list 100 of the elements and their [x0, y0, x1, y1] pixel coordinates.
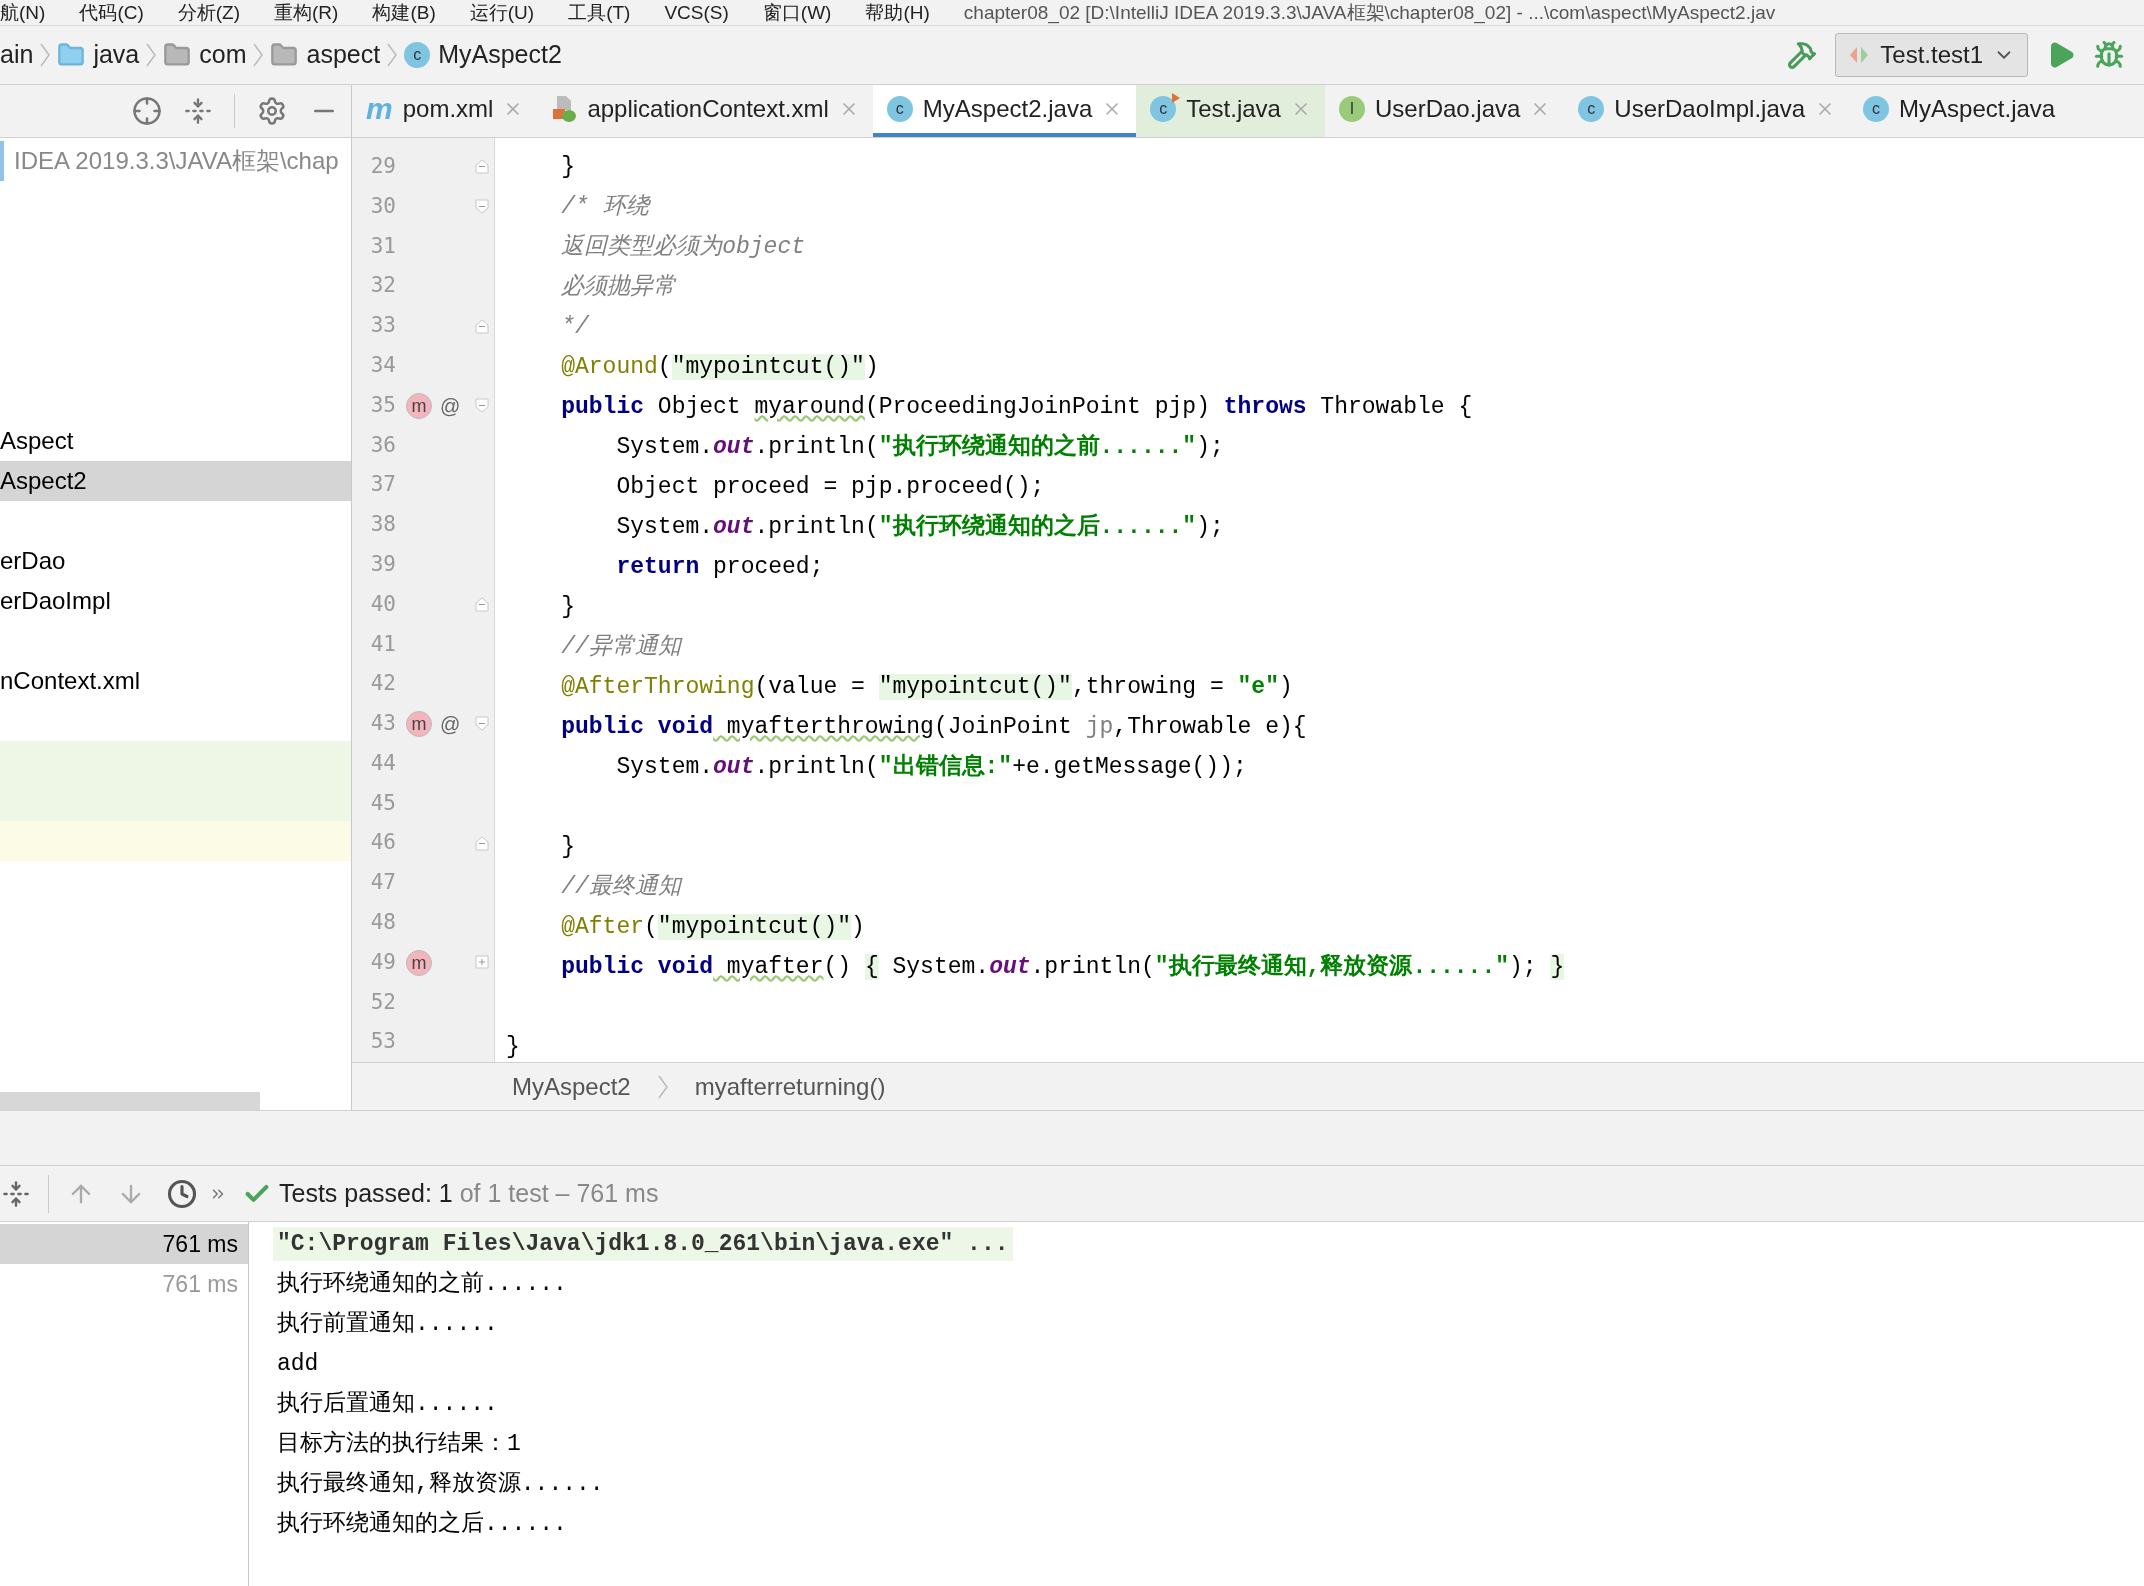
- menu-item[interactable]: 代码(C): [79, 3, 144, 22]
- code-line: /* 环绕: [560, 192, 649, 222]
- menu-item[interactable]: 窗口(W): [762, 3, 832, 22]
- annotation-marker[interactable]: @: [440, 713, 461, 734]
- console-line: 执行最终通知,释放资源......: [276, 1469, 605, 1499]
- menu-item[interactable]: 工具(T): [568, 3, 631, 22]
- console-line: 执行前置通知......: [276, 1309, 499, 1339]
- editor-tab[interactable]: c MyAspect2.java: [872, 85, 1137, 137]
- menu-item[interactable]: 重构(R): [274, 3, 339, 22]
- line-number: 40: [369, 590, 396, 618]
- breadcrumb-item[interactable]: MyAspect2: [512, 1068, 631, 1105]
- code-line: Object proceed = pjp.proceed();: [615, 472, 1045, 502]
- menu-item[interactable]: 航(N): [0, 3, 46, 22]
- override-method-icon[interactable]: m: [406, 392, 432, 419]
- console-line: add: [276, 1349, 320, 1379]
- xml-file-icon: [551, 95, 578, 123]
- line-number: 36: [369, 431, 396, 459]
- collapse-all-icon[interactable]: [184, 97, 212, 125]
- menu-item[interactable]: 构建(B): [372, 3, 436, 22]
- fold-icon[interactable]: [474, 715, 490, 733]
- debug-icon[interactable]: [2094, 40, 2124, 70]
- expand-icon[interactable]: [474, 954, 490, 971]
- menu-item[interactable]: 分析(Z): [177, 3, 241, 22]
- collapse-icon[interactable]: [2, 1179, 30, 1208]
- class-icon: c: [886, 96, 913, 122]
- code-line: 返回类型必须为object: [560, 232, 806, 262]
- annotation-marker[interactable]: @: [440, 395, 461, 416]
- code-line: }: [560, 152, 575, 182]
- code-line: }: [560, 832, 575, 862]
- folder-icon: [270, 41, 299, 69]
- code-line: //异常通知: [560, 632, 681, 662]
- tree-item[interactable]: erDaoImpl: [0, 581, 351, 621]
- line-number: 42: [369, 670, 396, 698]
- override-method-icon[interactable]: m: [406, 949, 432, 976]
- settings-icon[interactable]: [257, 96, 287, 126]
- run-configuration-dropdown[interactable]: Test.test1: [1835, 33, 2028, 77]
- chevron-icon: [39, 42, 52, 68]
- locate-icon[interactable]: [132, 96, 162, 126]
- console-line: 目标方法的执行结果：1: [276, 1429, 522, 1459]
- window-title: chapter08_02 [D:\IntelliJ IDEA 2019.3.3\JAVA框架\chapter08_02] - ...\com\aspect\MyAspect2.jav: [963, 3, 1776, 22]
- menu-item[interactable]: 帮助(H): [865, 3, 930, 22]
- fold-icon[interactable]: [474, 317, 490, 335]
- line-number: 46: [369, 829, 396, 857]
- fold-icon[interactable]: [474, 834, 490, 852]
- tree-item[interactable]: erDao: [0, 541, 351, 581]
- fold-icon[interactable]: [474, 198, 490, 216]
- line-number: 53: [369, 1028, 396, 1056]
- build-icon[interactable]: [1787, 40, 1818, 70]
- tree-item[interactable]: Aspect2: [0, 461, 351, 501]
- code-line: public void myafterthrowing(JoinPoint jp,Throwable e){: [560, 712, 1307, 742]
- breadcrumb-item[interactable]: java: [93, 36, 140, 74]
- line-number: 32: [369, 272, 396, 300]
- tree-item[interactable]: nContext.xml: [0, 661, 351, 701]
- fold-icon[interactable]: [474, 596, 490, 613]
- test-row[interactable]: 761 ms: [0, 1224, 248, 1264]
- console-line: 执行环绕通知的之后......: [276, 1509, 568, 1539]
- interface-icon: I: [1338, 96, 1365, 122]
- line-number: 33: [369, 312, 396, 340]
- breadcrumb-item[interactable]: ain: [0, 36, 34, 74]
- fold-icon[interactable]: [474, 397, 490, 415]
- line-number: 52: [369, 988, 396, 1016]
- editor-tab[interactable]: I UserDao.java: [1324, 85, 1565, 137]
- tree-item[interactable]: Aspect: [0, 421, 351, 461]
- code-line: return proceed;: [615, 552, 824, 582]
- code-line: @AfterThrowing(value = "mypointcut()",throwing = "e"): [560, 672, 1293, 702]
- line-number: 37: [369, 471, 396, 499]
- editor-tab[interactable]: c MyAspect.java: [1849, 85, 2070, 137]
- code-line: }: [506, 1032, 520, 1062]
- line-number: 39: [369, 550, 396, 578]
- folder-icon: [57, 41, 86, 69]
- line-number: 47: [369, 869, 396, 897]
- code-line: //最终通知: [560, 872, 681, 902]
- line-number: 43: [369, 710, 396, 738]
- menu-item[interactable]: 运行(U): [469, 3, 535, 22]
- breadcrumb-item[interactable]: aspect: [306, 36, 381, 74]
- folder-icon: [163, 41, 192, 69]
- class-icon: c: [1863, 96, 1890, 122]
- editor-tab[interactable]: c UserDaoImpl.java: [1564, 85, 1850, 137]
- breadcrumb-item[interactable]: myafterreturning(): [694, 1068, 886, 1105]
- chevron-icon: [145, 42, 158, 68]
- editor-tab[interactable]: c Test.java: [1136, 85, 1325, 137]
- breadcrumb-item[interactable]: com: [199, 36, 247, 74]
- code-line: */: [560, 312, 589, 342]
- fold-icon[interactable]: [474, 158, 490, 176]
- history-icon[interactable]: [167, 1178, 197, 1209]
- scrollbar-thumb[interactable]: [0, 1092, 260, 1110]
- line-number: 45: [369, 789, 396, 817]
- line-number: 35: [369, 391, 396, 419]
- breadcrumb-item[interactable]: MyAspect2: [438, 36, 562, 74]
- chevron-icon: [252, 42, 265, 68]
- editor-tab[interactable]: m pom.xml: [352, 85, 538, 137]
- chevron-icon: [656, 1073, 669, 1100]
- class-icon: c: [404, 42, 431, 68]
- line-number: 41: [369, 630, 396, 658]
- editor-tab[interactable]: applicationContext.xml: [537, 85, 873, 137]
- override-method-icon[interactable]: m: [406, 710, 432, 737]
- code-line: }: [560, 592, 575, 622]
- code-line: 必须抛异常: [560, 272, 677, 302]
- code-line: System.out.println("出错信息:"+e.getMessage());: [615, 752, 1247, 782]
- menu-item[interactable]: VCS(S): [664, 3, 729, 22]
